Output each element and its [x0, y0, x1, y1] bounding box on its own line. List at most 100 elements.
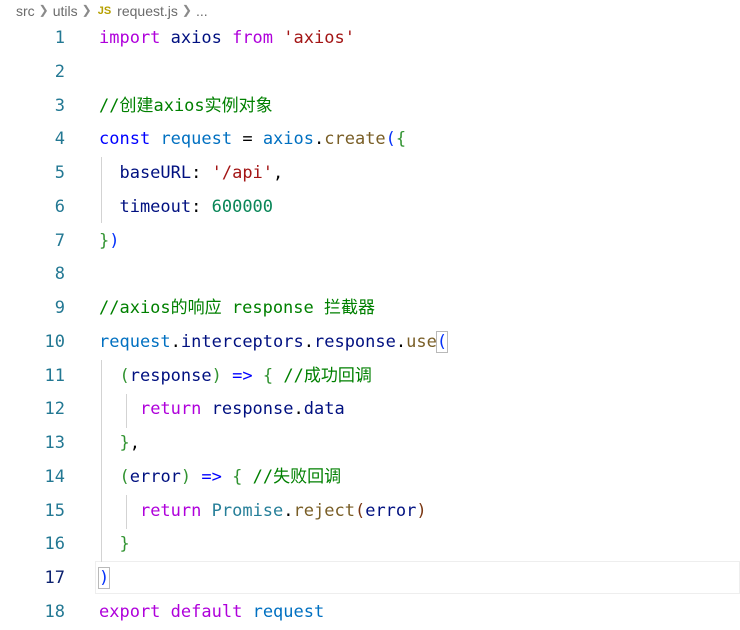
code-token: ) — [109, 230, 120, 251]
code-token: ) — [416, 500, 427, 521]
code-token: reject — [293, 500, 355, 521]
code-line[interactable]: 7}) — [0, 225, 740, 259]
code-line[interactable]: 6 timeout: 600000 — [0, 191, 740, 225]
code-text[interactable]: const request = axios.create({ — [99, 123, 406, 157]
line-number: 14 — [44, 466, 65, 487]
code-token: return — [139, 500, 202, 521]
code-text[interactable]: } — [99, 528, 129, 562]
code-line[interactable]: 16 } — [0, 528, 740, 562]
code-text[interactable]: //创建axios实例对象 — [99, 90, 273, 124]
line-number: 13 — [44, 433, 65, 453]
line-number: 3 — [54, 95, 65, 116]
code-text[interactable]: ) — [97, 562, 111, 596]
code-line[interactable]: 2 — [0, 56, 740, 90]
code-line[interactable]: 5 baseURL: '/api', — [0, 157, 740, 191]
code-token: = — [232, 129, 263, 150]
breadcrumb-file-name[interactable]: request.js — [117, 3, 178, 19]
code-token: error — [129, 466, 181, 487]
code-token: '/api' — [211, 163, 274, 183]
code-token: request — [99, 331, 171, 352]
breadcrumb-folder-src[interactable]: src — [16, 3, 35, 19]
line-number: 10 — [44, 331, 65, 352]
code-line[interactable]: 13 }, — [0, 427, 740, 461]
code-text[interactable]: (error) => { //失败回调 — [99, 461, 341, 495]
code-line[interactable]: 1 import axios from 'axios' — [0, 22, 740, 56]
line-number: 2 — [54, 61, 65, 82]
code-token: data — [303, 399, 345, 420]
code-token: } — [119, 433, 130, 453]
code-token: : — [191, 163, 212, 183]
line-number: 17 — [44, 568, 65, 588]
breadcrumb-symbols-ellipsis[interactable]: ... — [196, 3, 208, 19]
indent-guide — [126, 394, 127, 428]
code-text[interactable]: export default request — [99, 596, 324, 630]
code-line[interactable]: 10 request.interceptors.response.use( — [0, 326, 740, 360]
code-line[interactable]: 8 — [0, 258, 740, 292]
code-token: ) — [97, 567, 111, 589]
line-number: 5 — [54, 163, 65, 183]
code-text[interactable]: return response.data — [99, 393, 345, 427]
indent-guide — [101, 157, 102, 223]
code-text[interactable]: request.interceptors.response.use( — [99, 326, 449, 360]
code-token: return — [139, 399, 202, 420]
code-token: . — [283, 500, 294, 521]
code-token: , — [273, 163, 284, 183]
code-token: , — [129, 433, 140, 453]
code-token: : — [191, 196, 212, 217]
code-line[interactable]: 17) — [0, 562, 740, 596]
code-token: { — [395, 129, 407, 150]
code-token: } — [99, 230, 110, 251]
code-token: response — [313, 331, 396, 352]
code-token: interceptors — [180, 331, 304, 352]
code-token: error — [365, 500, 417, 521]
code-text[interactable]: (response) => { //成功回调 — [99, 360, 371, 394]
code-line[interactable]: 4 const request = axios.create({ — [0, 123, 740, 157]
code-token: . — [303, 331, 314, 352]
code-token: request — [252, 601, 325, 622]
code-token: ( — [119, 466, 130, 487]
code-text[interactable]: }, — [99, 427, 140, 461]
code-line[interactable]: 11 (response) => { //成功回调 — [0, 360, 740, 394]
code-token: //axios的响应 response 拦截器 — [99, 298, 375, 318]
code-text[interactable]: import axios from 'axios' — [99, 22, 355, 56]
code-text[interactable]: timeout: 600000 — [99, 191, 273, 225]
code-text[interactable]: baseURL: '/api', — [99, 157, 283, 191]
code-token: //创建axios实例对象 — [99, 95, 273, 116]
line-number: 15 — [44, 500, 65, 521]
code-token: ( — [435, 330, 449, 353]
code-line[interactable]: 3 //创建axios实例对象 — [0, 90, 740, 124]
code-token: export — [99, 601, 161, 622]
code-line[interactable]: 18 export default request — [0, 596, 740, 630]
code-line[interactable]: 9 //axios的响应 response 拦截器 — [0, 292, 740, 326]
line-number: 6 — [54, 196, 65, 217]
code-line[interactable]: 15 return Promise.reject(error) — [0, 495, 740, 529]
code-token: ( — [354, 500, 366, 521]
code-text[interactable]: }) — [99, 225, 120, 259]
code-editor[interactable]: 1 import axios from 'axios' 2 3 //创建axios实例对… — [0, 22, 740, 630]
code-token: ) — [211, 365, 222, 386]
line-number: 18 — [44, 601, 65, 622]
chevron-right-icon: ❯ — [38, 3, 49, 17]
javascript-file-icon: JS — [97, 5, 112, 17]
code-line[interactable]: 12 return response.data — [0, 393, 740, 427]
code-token: const — [99, 129, 151, 150]
breadcrumb-folder-utils[interactable]: utils — [53, 3, 78, 19]
code-token: default — [170, 601, 243, 622]
line-number: 1 — [54, 28, 65, 48]
line-number: 7 — [54, 230, 65, 251]
code-text[interactable]: //axios的响应 response 拦截器 — [99, 292, 375, 326]
line-number: 8 — [54, 264, 65, 285]
line-number: 4 — [54, 129, 65, 150]
code-line[interactable]: 14 (error) => { //失败回调 — [0, 461, 740, 495]
code-text[interactable]: return Promise.reject(error) — [99, 495, 427, 529]
code-token: 600000 — [211, 196, 274, 217]
